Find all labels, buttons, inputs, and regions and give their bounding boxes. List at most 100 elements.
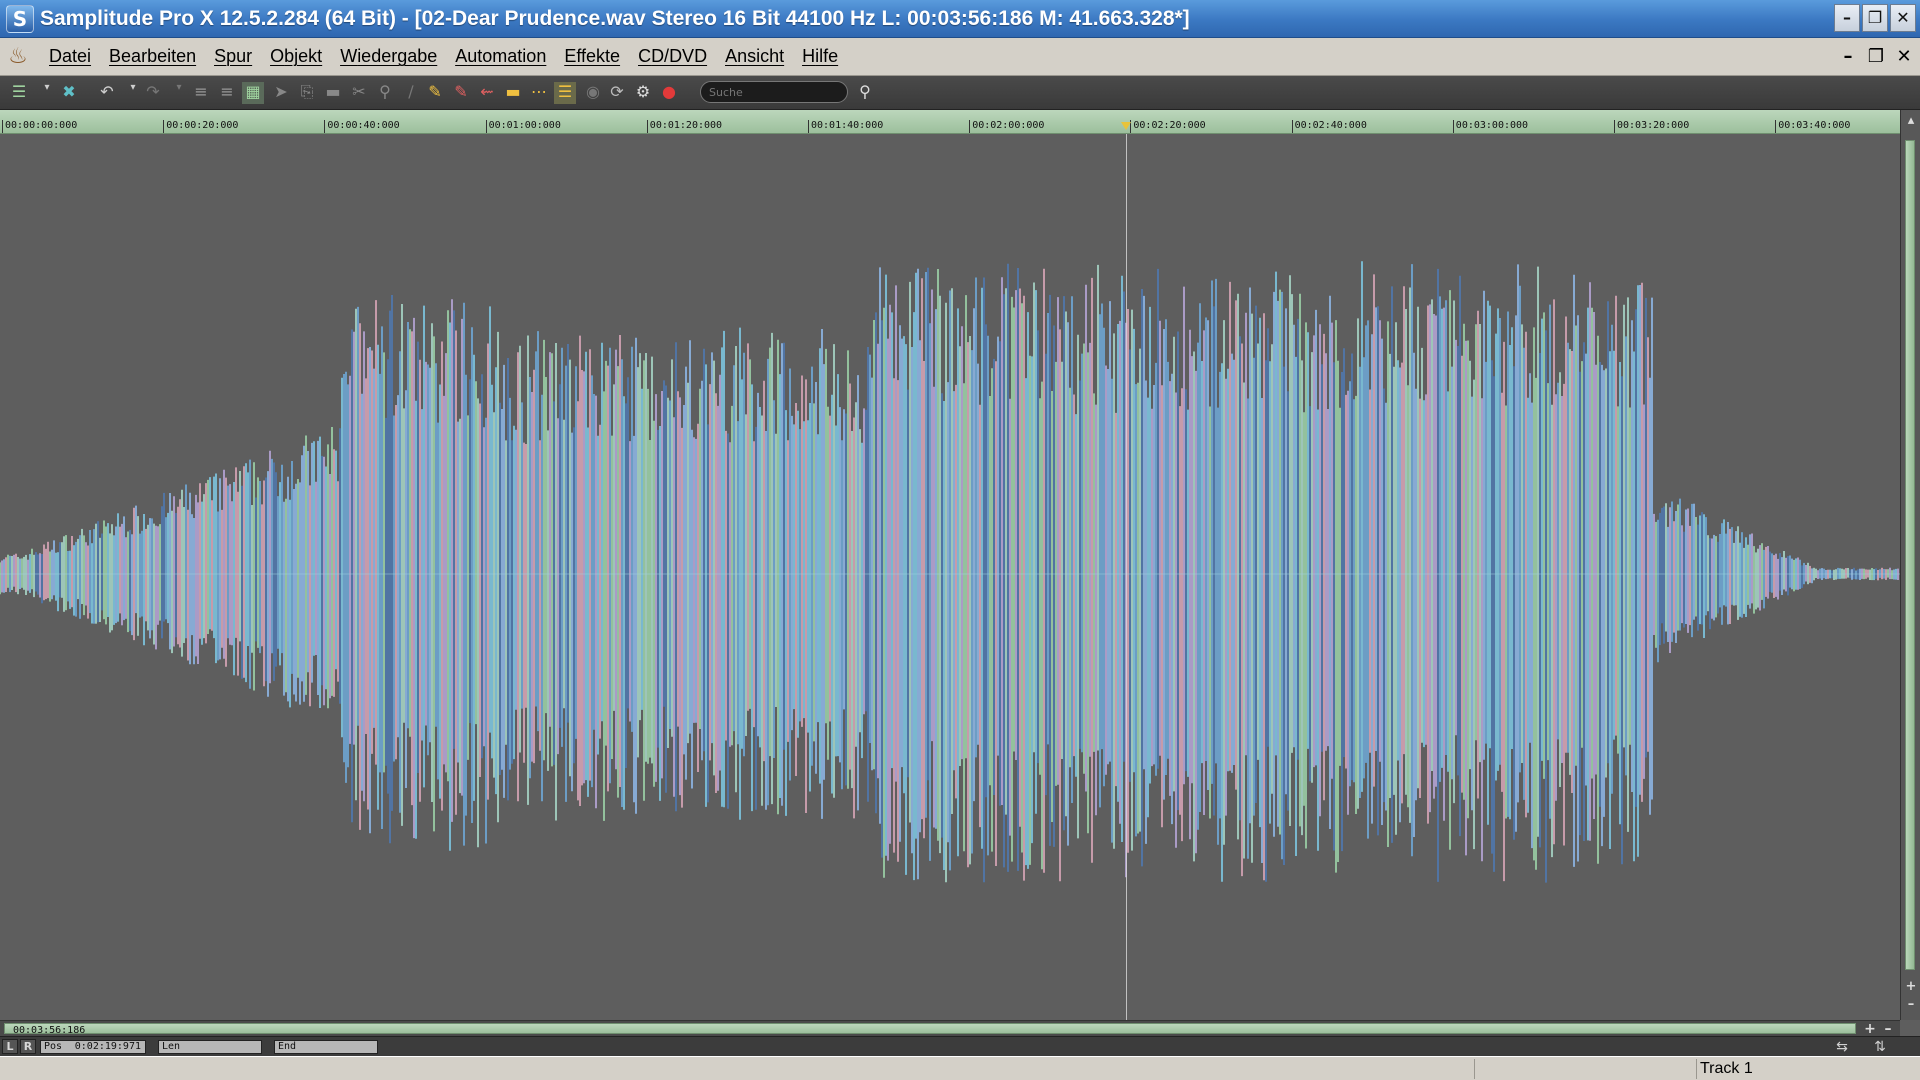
menu-wiedergabe[interactable]: Wiedergabe bbox=[331, 46, 446, 67]
position-field[interactable]: Pos 0:02:19:971 bbox=[40, 1040, 146, 1054]
right-channel-button[interactable]: R bbox=[20, 1039, 36, 1054]
zoom-in-horizontal-icon[interactable]: + bbox=[1862, 1021, 1878, 1037]
menu-items: Datei Bearbeiten Spur Objekt Wiedergabe … bbox=[40, 46, 847, 67]
line-tool-icon[interactable]: ∕ bbox=[400, 82, 422, 104]
horizontal-scrollbar[interactable]: 00:03:56:186 + – bbox=[0, 1020, 1900, 1037]
ruler-tick bbox=[1775, 120, 1777, 133]
ruler-tick bbox=[808, 120, 809, 133]
loop-bar-icon[interactable]: ⋯ bbox=[528, 82, 550, 104]
ruler-tick-label: 00:01:20:000 bbox=[649, 120, 723, 131]
ruler-tick bbox=[969, 120, 971, 133]
ruler-tick-label: 00:03:40:000 bbox=[1778, 120, 1851, 131]
samplitude-app-icon[interactable]: S bbox=[6, 5, 34, 33]
search-input[interactable] bbox=[700, 81, 848, 103]
ruler-tick-label: 00:01:00:000 bbox=[488, 120, 561, 131]
horizontal-zoom-arrows-icon[interactable]: ⇆ bbox=[1832, 1039, 1852, 1055]
menu-bearbeiten[interactable]: Bearbeiten bbox=[100, 46, 205, 67]
zoom-tool-icon[interactable]: ⚲ bbox=[374, 82, 396, 104]
zoom-out-vertical-icon[interactable]: – bbox=[1904, 998, 1918, 1012]
record-icon[interactable]: ● bbox=[658, 82, 680, 104]
ruler-tick bbox=[485, 120, 487, 133]
scroll-up-icon[interactable]: ▴ bbox=[1904, 114, 1918, 128]
ruler-tick-label: 00:02:00:000 bbox=[972, 120, 1045, 131]
loop-icon[interactable]: ⟳ bbox=[606, 82, 628, 104]
vertical-scrollbar[interactable]: ▴ + – bbox=[1900, 110, 1920, 1020]
doc-close-button[interactable]: ✕ bbox=[1892, 44, 1916, 70]
doc-restore-button[interactable]: ❐ bbox=[1864, 44, 1888, 70]
snap-icon[interactable]: ☰ bbox=[554, 82, 576, 104]
ruler-tick-label: 00:00:40:000 bbox=[327, 120, 400, 131]
undo-icon[interactable]: ↶ bbox=[96, 82, 118, 104]
search-icon[interactable]: ⚲ bbox=[854, 81, 876, 103]
ruler-tick-label: 00:01:40:000 bbox=[811, 120, 884, 131]
menu-hilfe[interactable]: Hilfe bbox=[793, 46, 847, 67]
length-field[interactable]: Len bbox=[158, 1040, 262, 1054]
ruler-tick bbox=[324, 120, 326, 133]
position-value: 0:02:19:971 bbox=[74, 1041, 141, 1052]
ruler-tick-label: 00:02:20:000 bbox=[1133, 120, 1206, 131]
align-left-icon[interactable]: ≡ bbox=[190, 82, 212, 104]
ruler-tick bbox=[1291, 120, 1293, 133]
menu-spur[interactable]: Spur bbox=[205, 46, 261, 67]
menu-cd-dvd[interactable]: CD/DVD bbox=[629, 46, 716, 67]
waveform-area[interactable] bbox=[0, 134, 1900, 1020]
ruler-tick bbox=[1614, 120, 1615, 133]
title-bar: S Samplitude Pro X 12.5.2.284 (64 Bit) -… bbox=[0, 0, 1920, 38]
ruler-tick-label: 00:02:40:000 bbox=[1294, 120, 1367, 131]
ruler-tick bbox=[1452, 120, 1454, 133]
range-tool-icon[interactable]: ⎘ bbox=[296, 82, 318, 104]
settings-gear-icon[interactable]: ⚙ bbox=[632, 82, 654, 104]
status-track-name: Track 1 bbox=[1700, 1060, 1753, 1077]
length-readout: 00:03:56:186 bbox=[13, 1025, 86, 1036]
menu-bar: ♨ Datei Bearbeiten Spur Objekt Wiedergab… bbox=[0, 38, 1920, 76]
restore-button[interactable]: ❐ bbox=[1862, 4, 1888, 32]
cut-tool-icon[interactable]: ✂ bbox=[348, 82, 370, 104]
scrub-icon[interactable]: ⇜ bbox=[476, 82, 498, 104]
status-pane-1 bbox=[1474, 1059, 1696, 1079]
volume-pencil-icon[interactable]: ✎ bbox=[450, 82, 472, 104]
zoom-in-vertical-icon[interactable]: + bbox=[1904, 980, 1918, 994]
document-menu-icon[interactable]: ♨ bbox=[4, 43, 32, 71]
ruler-tick-label: 00:03:20:000 bbox=[1617, 120, 1690, 131]
close-button[interactable]: ✕ bbox=[1890, 4, 1916, 32]
window-title: Samplitude Pro X 12.5.2.284 (64 Bit) - [… bbox=[40, 7, 1190, 30]
menu-effekte[interactable]: Effekte bbox=[555, 46, 629, 67]
undo-dropdown-icon[interactable]: ▾ bbox=[122, 82, 144, 104]
menu-automation[interactable]: Automation bbox=[446, 46, 555, 67]
redo-icon[interactable]: ↷ bbox=[142, 82, 164, 104]
zoom-out-horizontal-icon[interactable]: – bbox=[1880, 1021, 1896, 1037]
toolbar: ☰ ▾ ✖ ↶ ▾ ↷ ▾ ≡ ≡ ▦ ➤ ⎘ ▬ ✂ ⚲ ∕ ✎ ✎ ⇜ ▬ … bbox=[0, 76, 1920, 110]
playhead-marker-icon[interactable] bbox=[1121, 122, 1131, 130]
vertical-scroll-thumb[interactable] bbox=[1905, 140, 1915, 970]
ruler-tick bbox=[163, 120, 165, 133]
ruler-tick bbox=[646, 120, 648, 133]
doc-minimize-button[interactable]: – bbox=[1836, 44, 1860, 70]
monitor-icon[interactable]: ◉ bbox=[582, 82, 604, 104]
pointer-icon[interactable]: ➤ bbox=[270, 82, 292, 104]
play-cursor-line bbox=[1126, 134, 1127, 1020]
pencil-icon[interactable]: ✎ bbox=[424, 82, 446, 104]
align-right-icon[interactable]: ≡ bbox=[216, 82, 238, 104]
ruler-tick-label: 00:00:20:000 bbox=[166, 120, 239, 131]
track-list-icon[interactable]: ☰ bbox=[8, 82, 30, 104]
object-tool-icon[interactable]: ▬ bbox=[322, 82, 344, 104]
menu-objekt[interactable]: Objekt bbox=[261, 46, 331, 67]
time-ruler[interactable]: 00:00:00:000 00:00:20:000 00:00:40:000 00:0… bbox=[0, 110, 1900, 134]
redo-dropdown-icon[interactable]: ▾ bbox=[168, 82, 190, 104]
menu-datei[interactable]: Datei bbox=[40, 46, 100, 67]
cut-icon[interactable]: ✖ bbox=[58, 82, 80, 104]
left-channel-button[interactable]: L bbox=[2, 1039, 18, 1054]
audio-waveform bbox=[0, 261, 1900, 883]
vertical-zoom-arrows-icon[interactable]: ⇅ bbox=[1870, 1039, 1890, 1055]
grid-icon[interactable]: ▦ bbox=[242, 82, 264, 104]
horizontal-scroll-thumb[interactable]: 00:03:56:186 bbox=[4, 1023, 1856, 1036]
dropdown-arrow-icon[interactable]: ▾ bbox=[36, 82, 58, 104]
minimize-button[interactable]: – bbox=[1834, 4, 1860, 32]
ruler-tick-label: 00:03:00:000 bbox=[1455, 120, 1529, 131]
marker-bar-icon[interactable]: ▬ bbox=[502, 82, 524, 104]
menu-ansicht[interactable]: Ansicht bbox=[716, 46, 793, 67]
status-bar: Track 1 bbox=[0, 1056, 1920, 1080]
ruler-tick bbox=[2, 120, 3, 133]
end-field[interactable]: End bbox=[274, 1040, 378, 1054]
end-label: End bbox=[278, 1041, 297, 1052]
